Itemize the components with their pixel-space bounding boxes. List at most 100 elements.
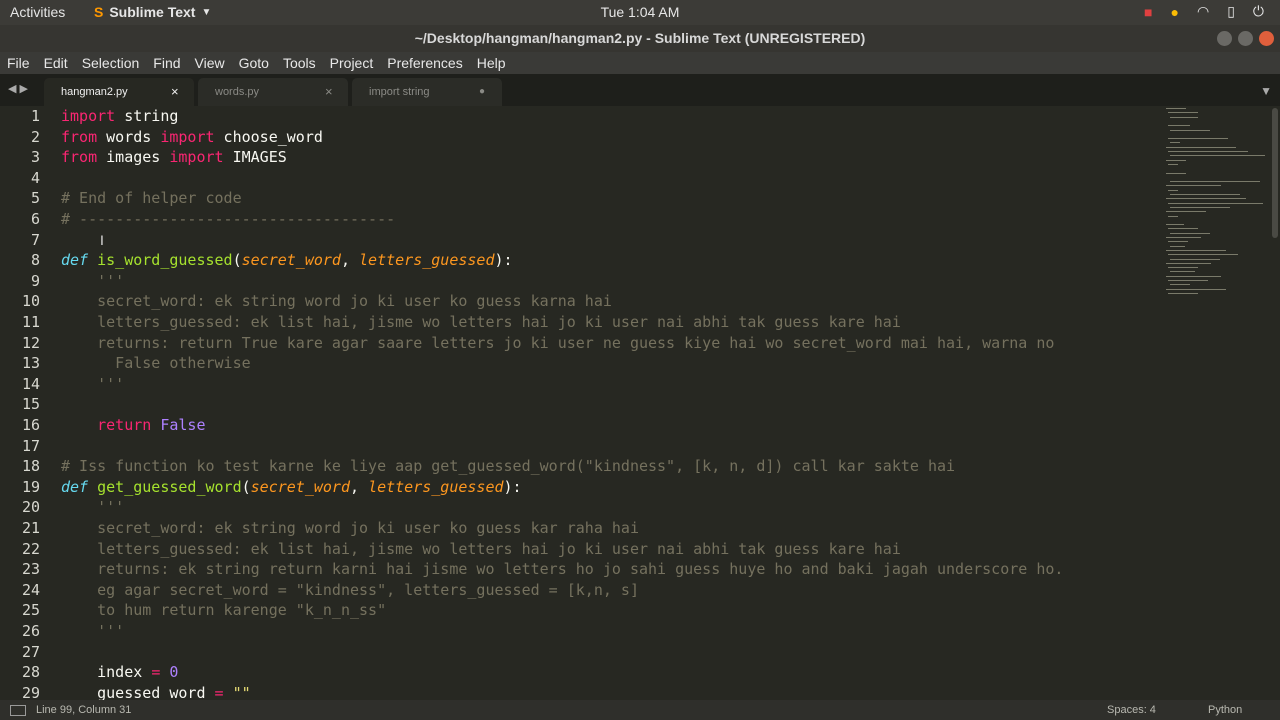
identifier: words — [97, 127, 161, 146]
line-number: 5 — [30, 189, 40, 208]
power-icon[interactable]: ⏻ — [1253, 3, 1264, 20]
close-tab-icon[interactable]: × — [325, 84, 333, 99]
minimap-line — [1168, 138, 1228, 140]
tab-import-string[interactable]: import string ● — [352, 78, 502, 106]
code-line: guessed_word = "" — [61, 683, 251, 700]
docstring: ''' — [61, 622, 125, 640]
status-bar: Line 99, Column 31 Spaces: 4 Python — [0, 700, 1280, 720]
minimap-line — [1168, 215, 1178, 217]
menu-file[interactable]: File — [0, 52, 37, 74]
constant: False — [160, 416, 206, 434]
tab-bar: ◀ ▶ hangman2.py × words.py × import stri… — [0, 74, 1280, 106]
tab-list-dropdown-icon[interactable]: ▼ — [1260, 84, 1272, 98]
tab-next-icon[interactable]: ▶ — [20, 83, 28, 95]
battery-icon[interactable]: ▯ — [1227, 3, 1235, 20]
menu-tools[interactable]: Tools — [276, 52, 323, 74]
line-number: 8 — [30, 251, 40, 270]
chrome-icon[interactable]: ● — [1171, 4, 1179, 20]
code-line: index = 0 — [61, 662, 178, 683]
line-number: 9 — [30, 271, 40, 290]
syntax-selector[interactable]: Python — [1208, 704, 1242, 716]
line-number: 15 — [21, 395, 40, 414]
close-button[interactable] — [1259, 31, 1274, 46]
minimap-line — [1166, 108, 1186, 109]
close-tab-icon[interactable]: × — [171, 84, 179, 99]
minimap-line — [1166, 185, 1221, 187]
menu-selection[interactable]: Selection — [75, 52, 147, 74]
clock[interactable]: Tue 1:04 AM — [0, 4, 1280, 20]
minimap-line — [1168, 151, 1248, 152]
minimap-line — [1166, 275, 1221, 277]
docstring: returns: return True kare agar saare let… — [61, 333, 1055, 352]
minimap-line — [1166, 249, 1226, 251]
system-top-bar: Activities S Sublime Text ▼ Tue 1:04 AM … — [0, 0, 1280, 25]
string: "" — [232, 683, 251, 700]
identifier: guessed_word — [61, 683, 215, 700]
tab-hangman2[interactable]: hangman2.py × — [44, 78, 194, 106]
minimap[interactable] — [1160, 106, 1270, 306]
minimize-button[interactable] — [1217, 31, 1232, 46]
menu-goto[interactable]: Goto — [232, 52, 276, 74]
code-comment: # ----------------------------------- — [61, 210, 396, 228]
menu-view[interactable]: View — [188, 52, 232, 74]
minimap-line — [1168, 280, 1208, 281]
docstring: eg agar secret_word = "kindness", letter… — [61, 580, 639, 599]
function-name: is_word_guessed — [97, 251, 233, 270]
keyword: import — [160, 127, 215, 146]
tab-prev-icon[interactable]: ◀ — [8, 83, 16, 95]
line-number: 3 — [30, 148, 40, 167]
minimap-line — [1168, 112, 1198, 114]
docstring: ''' — [61, 271, 125, 290]
indentation-setting[interactable]: Spaces: 4 — [1107, 704, 1156, 716]
minimap-line — [1170, 129, 1210, 131]
code-comment: # Iss function ko test karne ke liye aap… — [61, 457, 956, 476]
tab-label: words.py — [215, 86, 260, 98]
keyword: import — [169, 148, 224, 167]
minimap-line — [1168, 241, 1188, 243]
function-name: get_guessed_word — [97, 477, 242, 496]
camera-icon[interactable]: ■ — [1144, 4, 1152, 20]
menu-find[interactable]: Find — [146, 52, 187, 74]
line-number: 14 — [21, 374, 40, 393]
line-number: 27 — [21, 642, 40, 661]
line-number: 22 — [21, 539, 40, 558]
identifier: images — [97, 148, 170, 167]
code-line: from words import choose_word — [61, 127, 323, 148]
menu-help[interactable]: Help — [470, 52, 513, 74]
punct: ( — [232, 251, 242, 270]
menu-preferences[interactable]: Preferences — [380, 52, 469, 74]
minimap-line — [1170, 181, 1260, 183]
tab-navigation: ◀ ▶ — [8, 82, 28, 95]
minimap-line — [1166, 198, 1246, 200]
parameter: letters_guessed — [368, 477, 504, 496]
tab-label: hangman2.py — [61, 86, 128, 98]
panel-toggle-icon[interactable] — [10, 705, 26, 716]
line-number: 19 — [21, 477, 40, 496]
minimap-line — [1166, 237, 1201, 238]
keyword: def — [61, 251, 89, 270]
menu-edit[interactable]: Edit — [37, 52, 75, 74]
tab-label: import string — [369, 86, 430, 98]
minimap-line — [1168, 254, 1238, 256]
unsaved-dot-icon[interactable]: ● — [479, 86, 485, 97]
menu-project[interactable]: Project — [323, 52, 381, 74]
minimap-line — [1168, 163, 1178, 165]
vertical-scrollbar[interactable] — [1272, 108, 1278, 238]
line-number: 10 — [21, 292, 40, 311]
operator: = — [151, 663, 161, 682]
identifier: choose_word — [214, 127, 323, 146]
line-number: 7 — [30, 230, 40, 249]
line-number: 21 — [21, 519, 40, 537]
maximize-button[interactable] — [1238, 31, 1253, 46]
keyword: import — [61, 107, 116, 125]
minimap-line — [1170, 284, 1190, 286]
minimap-line — [1170, 232, 1210, 234]
wifi-icon[interactable]: ◠ — [1197, 3, 1209, 20]
editor-area[interactable]: 1 2 3 4 5 6 7 8 9 10 11 12 13 14 15 16 17 18 19 20 21 22 23 24 2… — [0, 106, 1280, 700]
operator: = — [214, 683, 224, 700]
tab-words[interactable]: words.py × — [198, 78, 348, 106]
docstring: returns: ek string return karni hai jism… — [61, 560, 1064, 579]
